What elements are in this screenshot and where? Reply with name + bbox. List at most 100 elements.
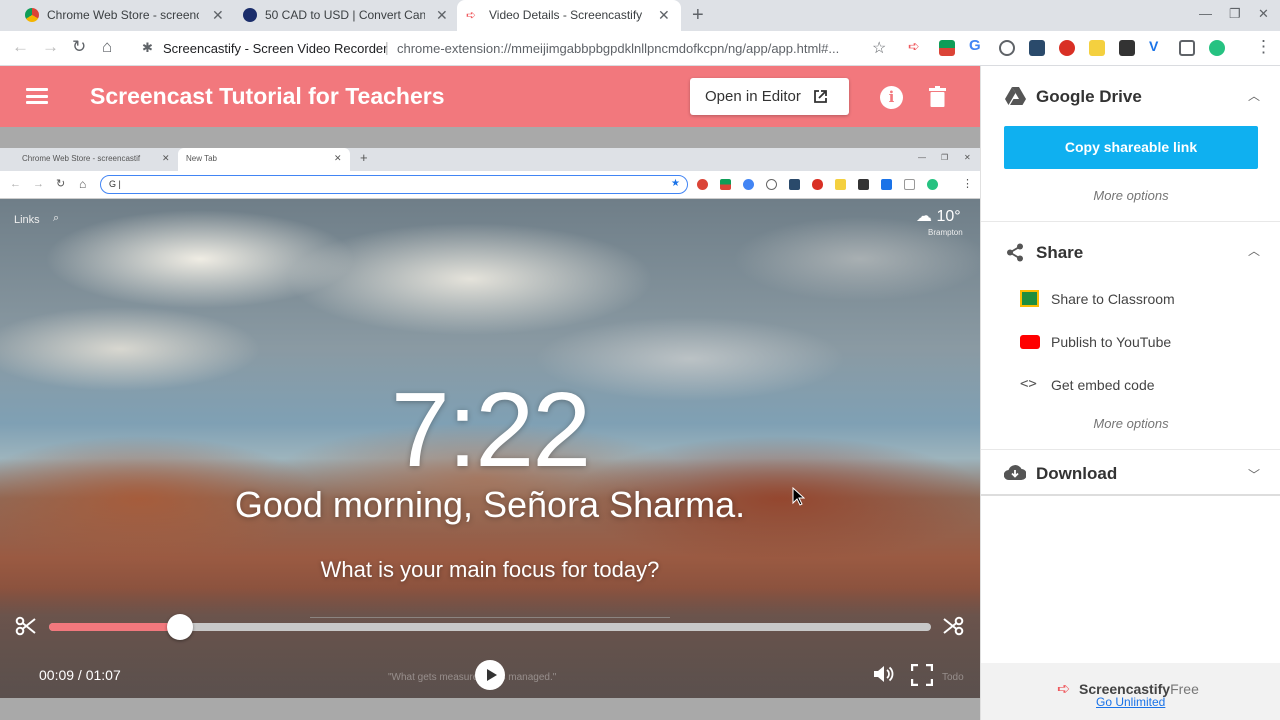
recorded-home-icon: ⌂	[79, 177, 87, 191]
restore-icon[interactable]: ❐	[1229, 6, 1241, 22]
recorded-tab-title: Chrome Web Store - screencastif	[22, 154, 141, 163]
divider	[981, 494, 1280, 496]
recorded-ext-icon	[697, 179, 708, 190]
extension-icon[interactable]	[939, 40, 955, 56]
recorded-ext-icon	[881, 179, 892, 190]
share-more-options-link[interactable]: More options	[981, 416, 1280, 431]
clock: 7:22	[390, 371, 591, 489]
copy-shareable-link-button[interactable]: Copy shareable link	[1004, 126, 1258, 169]
recorded-forward-icon: →	[33, 178, 44, 190]
extension-icon[interactable]: V	[1149, 38, 1165, 54]
site-name: Screencastify - Screen Video Recorder	[163, 41, 388, 56]
publish-to-youtube-label: Publish to YouTube	[1051, 334, 1172, 350]
share-panel: Google Drive ︿ Copy shareable link More …	[980, 66, 1280, 720]
close-tab-icon[interactable]: ✕	[212, 7, 224, 24]
recorded-omnibox-text: G |	[109, 179, 121, 189]
tab-currency-converter[interactable]: 50 CAD to USD | Convert Canadian ✕	[232, 0, 457, 31]
recorded-reload-icon: ↻	[56, 178, 66, 190]
pinterest-icon[interactable]	[999, 40, 1015, 56]
recorded-ext-icon	[766, 179, 777, 190]
recorded-close-window-icon: ✕	[964, 153, 971, 162]
video-controls: 00:09 / 01:07 "What gets measured gets m…	[0, 588, 980, 698]
trim-start-scissors-icon[interactable]	[15, 615, 37, 637]
close-tab-icon[interactable]: ✕	[658, 7, 670, 24]
volume-icon[interactable]	[873, 664, 895, 684]
share-to-classroom-label: Share to Classroom	[1051, 291, 1175, 307]
expand-chevron-icon[interactable]: ﹀	[1248, 466, 1260, 483]
extension-icon[interactable]	[1179, 40, 1195, 56]
extension-icon[interactable]	[1119, 40, 1135, 56]
address-bar[interactable]: ✱ Screencastify - Screen Video Recorder …	[134, 34, 896, 62]
info-icon[interactable]: i	[880, 86, 903, 109]
screencastify-extension-icon[interactable]: ➪	[908, 38, 924, 54]
greeting: Good morning, Señora Sharma.	[234, 484, 746, 525]
todo-label: Todo	[942, 672, 964, 683]
video-player[interactable]: Chrome Web Store - screencastif New Tab …	[0, 148, 980, 698]
go-unlimited-link[interactable]: Go Unlimited	[1096, 695, 1165, 709]
tab-chrome-web-store[interactable]: Chrome Web Store - screencastify ✕	[6, 0, 232, 31]
video-top-border	[0, 127, 980, 148]
video-title[interactable]: Screencast Tutorial for Teachers	[90, 83, 445, 110]
google-classroom-icon	[1020, 290, 1039, 307]
tab-title: Video Details - Screencastify	[489, 8, 643, 22]
extension-icon[interactable]	[1089, 40, 1105, 56]
drive-more-options-link[interactable]: More options	[981, 188, 1280, 203]
collapse-chevron-icon[interactable]: ︿	[1248, 242, 1260, 259]
new-tab-button[interactable]: +	[692, 4, 704, 27]
recorded-ext-icon	[835, 179, 846, 190]
weather-location: Brampton	[928, 228, 963, 237]
trim-end-scissors-icon[interactable]	[942, 615, 964, 637]
google-drive-icon	[1005, 87, 1026, 105]
menu-icon[interactable]: ⋮	[1255, 37, 1272, 57]
screencastify-icon: ➪	[466, 8, 477, 22]
close-tab-icon[interactable]: ✕	[436, 7, 448, 24]
recorded-star-icon: ★	[671, 178, 680, 189]
recorded-close-icon: ✕	[334, 153, 342, 163]
back-icon[interactable]: ←	[12, 37, 29, 57]
recorded-tab-title: New Tab	[186, 154, 217, 163]
profile-avatar[interactable]	[1209, 40, 1225, 56]
open-in-editor-button[interactable]: Open in Editor	[690, 78, 849, 115]
home-icon[interactable]: ⌂	[102, 37, 112, 57]
reload-icon[interactable]: ↻	[72, 37, 86, 57]
tab-video-details[interactable]: ➪ Video Details - Screencastify ✕	[457, 0, 681, 31]
focus-prompt: What is your main focus for today?	[320, 557, 660, 582]
minimize-icon[interactable]: —	[1199, 6, 1212, 21]
tab-title: Chrome Web Store - screencastify	[47, 8, 199, 22]
share-icon	[1007, 243, 1023, 262]
download-title[interactable]: Download	[1036, 464, 1117, 484]
trash-icon[interactable]	[929, 86, 946, 107]
recorded-menu-icon: ⋮	[962, 178, 973, 190]
recorded-active-tab: New Tab	[178, 148, 350, 171]
forward-icon[interactable]: →	[42, 37, 59, 57]
fullscreen-icon[interactable]	[911, 664, 933, 686]
weather-temp: 10°	[936, 208, 961, 225]
divider	[981, 449, 1280, 450]
divider	[981, 221, 1280, 222]
bookmark-star-icon[interactable]: ☆	[872, 38, 886, 58]
xe-icon	[243, 8, 257, 22]
recorded-close-icon: ✕	[162, 153, 170, 163]
close-window-icon[interactable]: ✕	[1258, 6, 1269, 22]
recorded-ext-icon	[904, 179, 915, 190]
youtube-icon	[1020, 335, 1040, 349]
play-button[interactable]	[475, 660, 505, 690]
recorded-ext-icon	[858, 179, 869, 190]
hamburger-menu-icon[interactable]	[26, 88, 48, 104]
mouse-cursor-icon	[792, 487, 805, 506]
google-icon[interactable]: G	[969, 37, 985, 54]
tab-title: 50 CAD to USD | Convert Canadian	[265, 8, 425, 22]
weather-temperature: ☁ 10°	[916, 206, 961, 226]
recording-timer-icon[interactable]	[1059, 40, 1075, 56]
chrome-webstore-icon	[25, 8, 39, 22]
cloud-download-icon	[1004, 465, 1026, 481]
seek-bar[interactable]	[49, 614, 931, 640]
extension-icon[interactable]	[1029, 40, 1045, 56]
seek-progress	[49, 623, 180, 631]
panel-footer: ➪ ScreencastifyFree Go Unlimited	[981, 663, 1280, 720]
links-label: Links	[14, 214, 40, 226]
seek-handle[interactable]	[166, 614, 193, 640]
code-icon: <>	[1020, 376, 1037, 392]
recorded-back-icon: ←	[10, 178, 21, 190]
collapse-chevron-icon[interactable]: ︿	[1248, 87, 1260, 104]
